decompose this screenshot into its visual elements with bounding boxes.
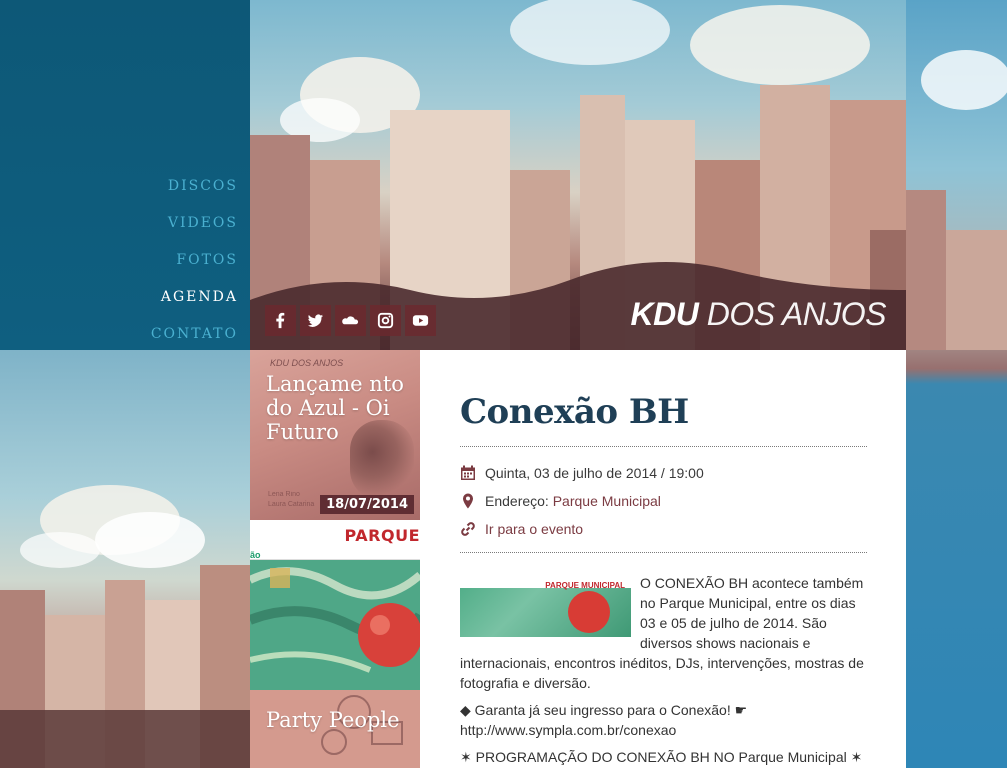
thumb-banner: ão PARQUE — [250, 520, 420, 560]
flyer-balloon — [568, 591, 610, 633]
event-flyer-image[interactable]: PARQUE MUNICIPAL — [460, 575, 631, 637]
thumb-banner-corner: ão — [250, 550, 261, 560]
twitter-icon[interactable] — [300, 305, 331, 336]
event-address-row: Endereço: Parque Municipal — [460, 487, 867, 515]
thumb-name-2: Laura Catarina — [268, 501, 315, 508]
event-detail-inner: Conexão BH Quinta, 03 de julho de 2014 /… — [460, 350, 867, 768]
thumb-title-party-people: Party People — [266, 708, 400, 732]
event-detail: Conexão BH Quinta, 03 de julho de 2014 /… — [420, 350, 906, 768]
ticket-url[interactable]: http://www.sympla.com.br/conexao — [460, 722, 676, 738]
background-city-right — [906, 0, 1007, 768]
ticket-line: ◆ Garanta já seu ingresso para o Conexão… — [460, 702, 748, 718]
event-date-row: Quinta, 03 de julho de 2014 / 19:00 — [460, 459, 867, 487]
nav-item-agenda[interactable]: AGENDA — [151, 279, 238, 316]
description-paragraph-2: ◆ Garanta já seu ingresso para o Conexão… — [460, 700, 867, 740]
facebook-icon[interactable] — [265, 305, 296, 336]
event-thumb-parque[interactable]: ão PARQUE — [250, 520, 420, 690]
event-title: Conexão BH — [460, 392, 689, 432]
hero-banner: KDU DOS ANJOS — [250, 0, 906, 350]
instagram-icon[interactable] — [370, 305, 401, 336]
brand-logo[interactable]: KDU DOS ANJOS — [630, 296, 887, 333]
city-skyline-left — [0, 485, 250, 768]
thumb-illustration — [250, 560, 420, 690]
main-nav: DISCOS VIDEOS FOTOS AGENDA CONTATO — [151, 168, 238, 353]
event-address-label: Endereço: — [485, 493, 549, 509]
thumb-small-brand: KDU DOS ANJOS — [270, 358, 344, 368]
background-city-left — [0, 350, 250, 768]
flyer-banner: PARQUE MUNICIPAL — [460, 575, 631, 590]
event-thumb-party-people[interactable]: Party People — [250, 690, 420, 768]
navigation-panel: DISCOS VIDEOS FOTOS AGENDA CONTATO — [0, 0, 250, 350]
brand-logo-rest: DOS ANJOS — [706, 296, 887, 332]
soundcloud-icon[interactable] — [335, 305, 366, 336]
divider — [460, 552, 867, 553]
event-address-link[interactable]: Parque Municipal — [553, 493, 661, 509]
thumb-banner-text: PARQUE — [344, 526, 420, 545]
thumb-title-lancamento: Lançame nto do Azul - Oi Futuro — [266, 372, 404, 444]
youtube-icon[interactable] — [405, 305, 436, 336]
event-thumb-lancamento[interactable]: KDU DOS ANJOS Lena Rino Laura Catarina L… — [250, 350, 420, 520]
social-links — [265, 305, 436, 336]
map-pin-icon — [463, 493, 473, 509]
event-description: PARQUE MUNICIPAL O CONEXÃO BH acontece t… — [460, 573, 867, 767]
nav-item-fotos[interactable]: FOTOS — [151, 242, 238, 279]
description-paragraph-3: ✶ PROGRAMAÇÃO DO CONEXÃO BH NO Parque Mu… — [460, 749, 863, 765]
event-meta: Quinta, 03 de julho de 2014 / 19:00 Ende… — [460, 447, 867, 548]
thumb-date-badge: 18/07/2014 — [320, 495, 414, 514]
thumb-name-1: Lena Rino — [268, 491, 300, 498]
nav-item-videos[interactable]: VIDEOS — [151, 205, 238, 242]
thumb-names: Lena Rino Laura Catarina — [268, 490, 314, 510]
nav-item-discos[interactable]: DISCOS — [151, 168, 238, 205]
event-thumbnails: KDU DOS ANJOS Lena Rino Laura Catarina L… — [250, 350, 420, 768]
event-date: Quinta, 03 de julho de 2014 / 19:00 — [485, 465, 704, 481]
link-icon — [461, 522, 475, 536]
city-skyline-right — [906, 50, 1007, 350]
calendar-icon — [461, 465, 475, 480]
brand-logo-bold: KDU — [630, 296, 699, 332]
event-link-row: Ir para o evento — [460, 515, 867, 543]
nav-item-contato[interactable]: CONTATO — [151, 316, 238, 353]
event-external-link[interactable]: Ir para o evento — [485, 521, 583, 537]
